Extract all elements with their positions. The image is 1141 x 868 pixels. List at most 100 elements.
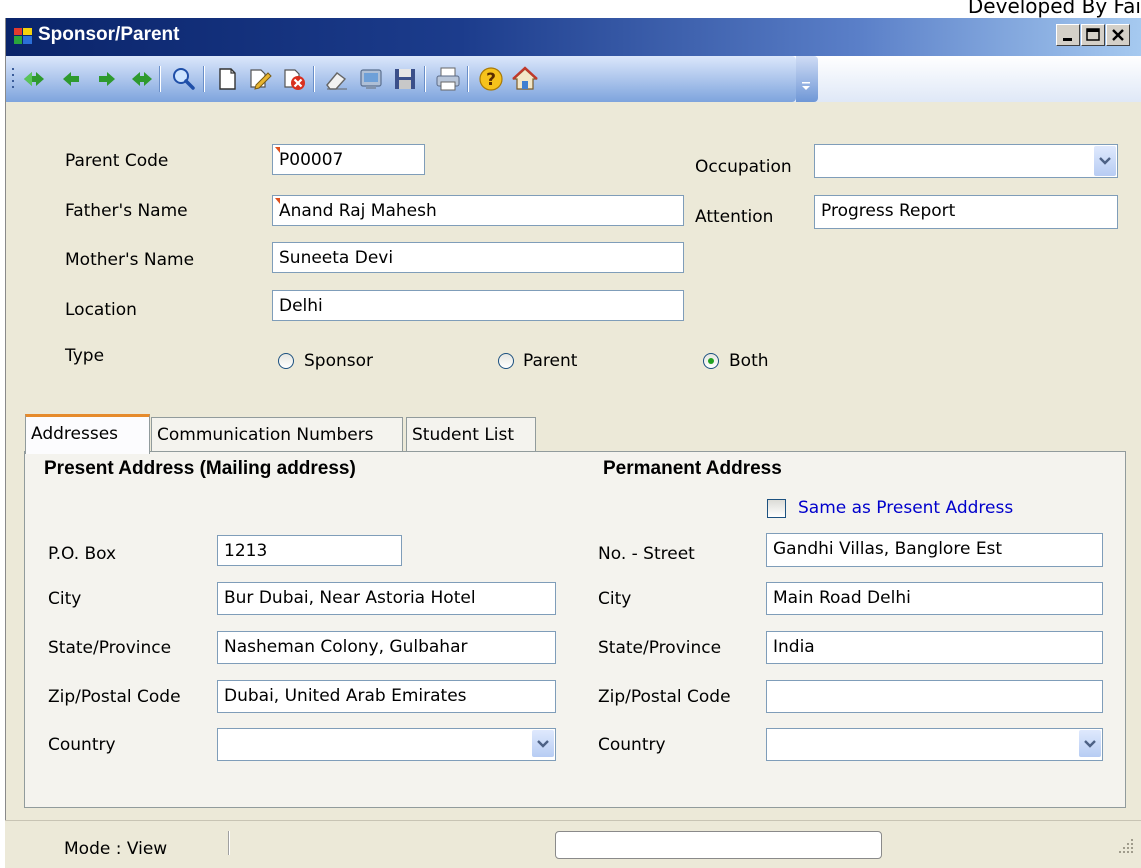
app-icon <box>14 28 32 44</box>
mothers-name-field[interactable]: Suneeta Devi <box>272 242 684 273</box>
type-label: Type <box>65 346 105 366</box>
parent-code-value: P00007 <box>279 150 344 170</box>
type-option-parent-label[interactable]: Parent <box>523 351 577 371</box>
edit-icon[interactable] <box>246 65 274 93</box>
type-option-sponsor-label[interactable]: Sponsor <box>304 351 373 371</box>
po-box-value: 1213 <box>224 541 268 561</box>
next-record-icon[interactable] <box>92 65 120 93</box>
cancel-icon[interactable] <box>357 65 385 93</box>
street-label: No. - Street <box>598 544 695 564</box>
first-record-icon[interactable] <box>22 65 50 93</box>
save-icon[interactable] <box>391 65 419 93</box>
present-state-value: Nasheman Colony, Gulbahar <box>224 637 468 657</box>
same-as-present-checkbox[interactable] <box>767 499 786 518</box>
permanent-zip-label: Zip/Postal Code <box>598 687 731 707</box>
occupation-combobox[interactable] <box>814 144 1118 178</box>
type-radio-both[interactable] <box>703 353 719 369</box>
toolbar-band: ? <box>6 56 796 102</box>
type-option-both-label[interactable]: Both <box>729 351 769 371</box>
present-country-label: Country <box>48 735 116 755</box>
toolbar-separator <box>313 66 315 92</box>
present-state-label: State/Province <box>48 638 172 658</box>
status-separator <box>228 831 230 855</box>
present-state-field[interactable]: Nasheman Colony, Gulbahar <box>217 631 556 664</box>
last-record-icon[interactable] <box>126 65 154 93</box>
toolbar-overflow-button[interactable] <box>796 56 818 102</box>
radio-selected-dot <box>708 358 714 364</box>
toolbar-grip-icon <box>12 68 14 88</box>
po-box-label: P.O. Box <box>48 544 117 564</box>
permanent-country-combobox[interactable] <box>766 728 1103 761</box>
developer-note: Developed By Fai <box>967 0 1141 18</box>
new-document-icon[interactable] <box>213 65 241 93</box>
location-label: Location <box>65 300 137 320</box>
permanent-city-field[interactable]: Main Road Delhi <box>766 582 1103 615</box>
tab-communication-numbers[interactable]: Communication Numbers <box>151 417 403 453</box>
occupation-dropdown-button[interactable] <box>1094 146 1116 176</box>
permanent-zip-field[interactable] <box>766 680 1103 713</box>
minimize-button[interactable] <box>1056 24 1080 46</box>
sponsor-parent-window: Sponsor/Parent ? Parent Code P00007 Fath… <box>5 18 1141 867</box>
permanent-country-label: Country <box>598 735 666 755</box>
delete-icon[interactable] <box>280 65 308 93</box>
close-button[interactable] <box>1106 24 1130 46</box>
required-marker <box>275 198 280 204</box>
present-city-label: City <box>48 589 82 609</box>
location-field[interactable]: Delhi <box>272 290 684 321</box>
tab-addresses[interactable]: Addresses <box>25 414 150 454</box>
type-radio-sponsor[interactable] <box>278 353 294 369</box>
street-value: Gandhi Villas, Banglore Est <box>773 539 1003 559</box>
attention-label: Attention <box>695 207 774 227</box>
print-icon[interactable] <box>434 65 462 93</box>
home-icon[interactable] <box>511 65 539 93</box>
clear-icon[interactable] <box>323 65 351 93</box>
chevron-down-icon <box>1099 157 1111 165</box>
attention-field[interactable]: Progress Report <box>814 195 1118 229</box>
present-country-combobox[interactable] <box>217 728 556 761</box>
toolbar-overflow-icon <box>802 82 810 90</box>
tab-student-list[interactable]: Student List <box>406 417 536 453</box>
resize-grip-icon[interactable] <box>1115 835 1137 857</box>
help-icon[interactable]: ? <box>477 65 505 93</box>
required-marker <box>275 147 280 153</box>
street-field[interactable]: Gandhi Villas, Banglore Est <box>766 533 1103 567</box>
window-title: Sponsor/Parent <box>38 24 180 45</box>
present-zip-label: Zip/Postal Code <box>48 687 181 707</box>
addresses-tab-panel: Present Address (Mailing address) P.O. B… <box>24 451 1126 808</box>
previous-record-icon[interactable] <box>58 65 86 93</box>
po-box-field[interactable]: 1213 <box>217 535 402 566</box>
present-address-heading: Present Address (Mailing address) <box>44 458 356 479</box>
close-icon <box>1112 29 1124 41</box>
occupation-label: Occupation <box>695 157 792 177</box>
maximize-icon <box>1086 28 1100 41</box>
fathers-name-label: Father's Name <box>65 201 188 221</box>
fathers-name-value: Anand Raj Mahesh <box>279 201 437 221</box>
type-radio-parent[interactable] <box>498 353 514 369</box>
permanent-city-label: City <box>598 589 632 609</box>
maximize-button[interactable] <box>1081 24 1105 46</box>
parent-code-field[interactable]: P00007 <box>272 144 425 175</box>
permanent-address-heading: Permanent Address <box>603 458 782 479</box>
status-progress-bar <box>555 831 882 859</box>
chevron-down-icon <box>1084 740 1096 748</box>
permanent-country-dropdown-button[interactable] <box>1079 730 1101 757</box>
title-bar[interactable]: Sponsor/Parent <box>6 18 1141 56</box>
present-country-dropdown-button[interactable] <box>532 730 554 757</box>
fathers-name-field[interactable]: Anand Raj Mahesh <box>272 195 684 226</box>
toolbar-separator <box>159 66 161 92</box>
permanent-state-field[interactable]: India <box>766 631 1103 664</box>
toolbar-separator <box>467 66 469 92</box>
parent-code-label: Parent Code <box>65 151 169 171</box>
toolbar-separator <box>203 66 205 92</box>
chevron-down-icon <box>537 740 549 748</box>
same-as-present-label[interactable]: Same as Present Address <box>798 498 1013 518</box>
attention-value: Progress Report <box>821 201 956 221</box>
toolbar-separator <box>424 66 426 92</box>
permanent-state-label: State/Province <box>598 638 722 658</box>
location-value: Delhi <box>279 296 323 316</box>
find-icon[interactable] <box>169 65 197 93</box>
present-city-field[interactable]: Bur Dubai, Near Astoria Hotel <box>217 582 556 615</box>
status-bar: Mode : View <box>5 820 1141 868</box>
present-zip-field[interactable]: Dubai, United Arab Emirates <box>217 680 556 713</box>
permanent-state-value: India <box>773 637 815 657</box>
